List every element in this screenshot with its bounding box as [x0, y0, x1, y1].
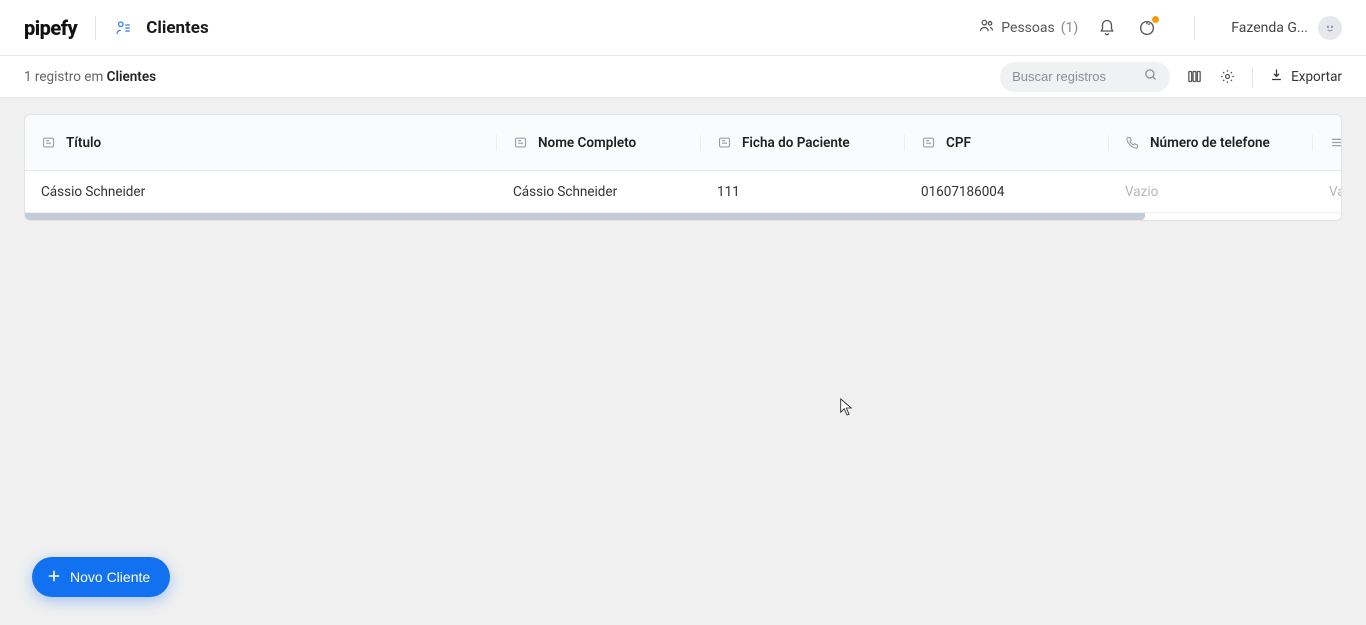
count-prefix: 1 registro em	[24, 69, 107, 85]
plus-icon	[46, 568, 62, 587]
toolbar: 1 registro em Clientes Exportar	[0, 56, 1366, 98]
people-icon	[978, 17, 995, 38]
list-icon	[1329, 135, 1342, 150]
count-entity: Clientes	[107, 69, 156, 85]
search-input[interactable]	[1012, 69, 1135, 84]
export-label: Exportar	[1291, 69, 1342, 85]
table-area: Título Nome Completo Ficha do Paciente C…	[0, 98, 1366, 221]
gear-icon[interactable]	[1219, 68, 1236, 85]
table-header-row: Título Nome Completo Ficha do Paciente C…	[25, 115, 1341, 171]
phone-icon	[1125, 135, 1140, 150]
download-icon	[1269, 67, 1284, 86]
cell-nome: Cássio Schneider	[497, 184, 701, 200]
logo-text: pipefy	[24, 16, 77, 40]
records-table: Título Nome Completo Ficha do Paciente C…	[24, 114, 1342, 221]
page-title: Clientes	[146, 18, 209, 38]
column-header-nome[interactable]: Nome Completo	[497, 135, 701, 151]
whats-new-icon[interactable]	[1136, 17, 1158, 39]
cell-telefone: Vazio	[1109, 184, 1313, 200]
people-link[interactable]: Pessoas (1)	[978, 17, 1078, 38]
record-count: 1 registro em Clientes	[24, 69, 156, 85]
app-header: pipefy Clientes Pessoas (1)	[0, 0, 1366, 56]
people-label: Pessoas	[1001, 20, 1054, 36]
app-logo[interactable]: pipefy	[24, 16, 77, 40]
cursor-icon	[840, 398, 854, 418]
text-field-icon	[513, 135, 528, 150]
scrollbar-thumb[interactable]	[25, 213, 1145, 220]
export-button[interactable]: Exportar	[1269, 67, 1342, 86]
column-label: Nome Completo	[538, 135, 636, 151]
people-count: (1)	[1061, 20, 1079, 36]
column-label: Número de telefone	[1150, 135, 1270, 151]
new-record-button[interactable]: Novo Cliente	[32, 557, 170, 597]
bell-icon[interactable]	[1096, 17, 1118, 39]
column-label: Título	[66, 135, 101, 151]
column-header-cpf[interactable]: CPF	[905, 135, 1109, 151]
search-icon	[1143, 67, 1158, 86]
column-header-titulo[interactable]: Título	[25, 135, 497, 151]
cell-ficha: 111	[701, 184, 905, 200]
column-header-ficha[interactable]: Ficha do Paciente	[701, 135, 905, 151]
column-header-telefone[interactable]: Número de telefone	[1109, 135, 1313, 151]
org-name: Fazenda G...	[1231, 20, 1308, 36]
columns-icon[interactable]	[1186, 68, 1203, 85]
text-field-icon	[41, 135, 56, 150]
column-header-more[interactable]	[1313, 135, 1342, 150]
text-field-icon	[921, 135, 936, 150]
avatar	[1318, 16, 1342, 40]
header-divider-right	[1194, 16, 1195, 40]
toolbar-divider	[1252, 67, 1253, 87]
database-icon[interactable]	[114, 19, 132, 37]
notification-dot	[1152, 16, 1159, 23]
cell-cpf: 01607186004	[905, 184, 1109, 200]
cell-titulo: Cássio Schneider	[25, 184, 497, 200]
column-label: CPF	[946, 135, 971, 151]
cell-extra: Vaz	[1313, 184, 1342, 200]
column-label: Ficha do Paciente	[742, 135, 850, 151]
search-box[interactable]	[1000, 62, 1170, 92]
table-row[interactable]: Cássio Schneider Cássio Schneider 111 01…	[25, 171, 1341, 213]
horizontal-scrollbar[interactable]	[25, 213, 1341, 220]
header-divider	[95, 16, 96, 40]
text-field-icon	[717, 135, 732, 150]
fab-label: Novo Cliente	[70, 569, 150, 585]
org-switcher[interactable]: Fazenda G...	[1231, 16, 1342, 40]
